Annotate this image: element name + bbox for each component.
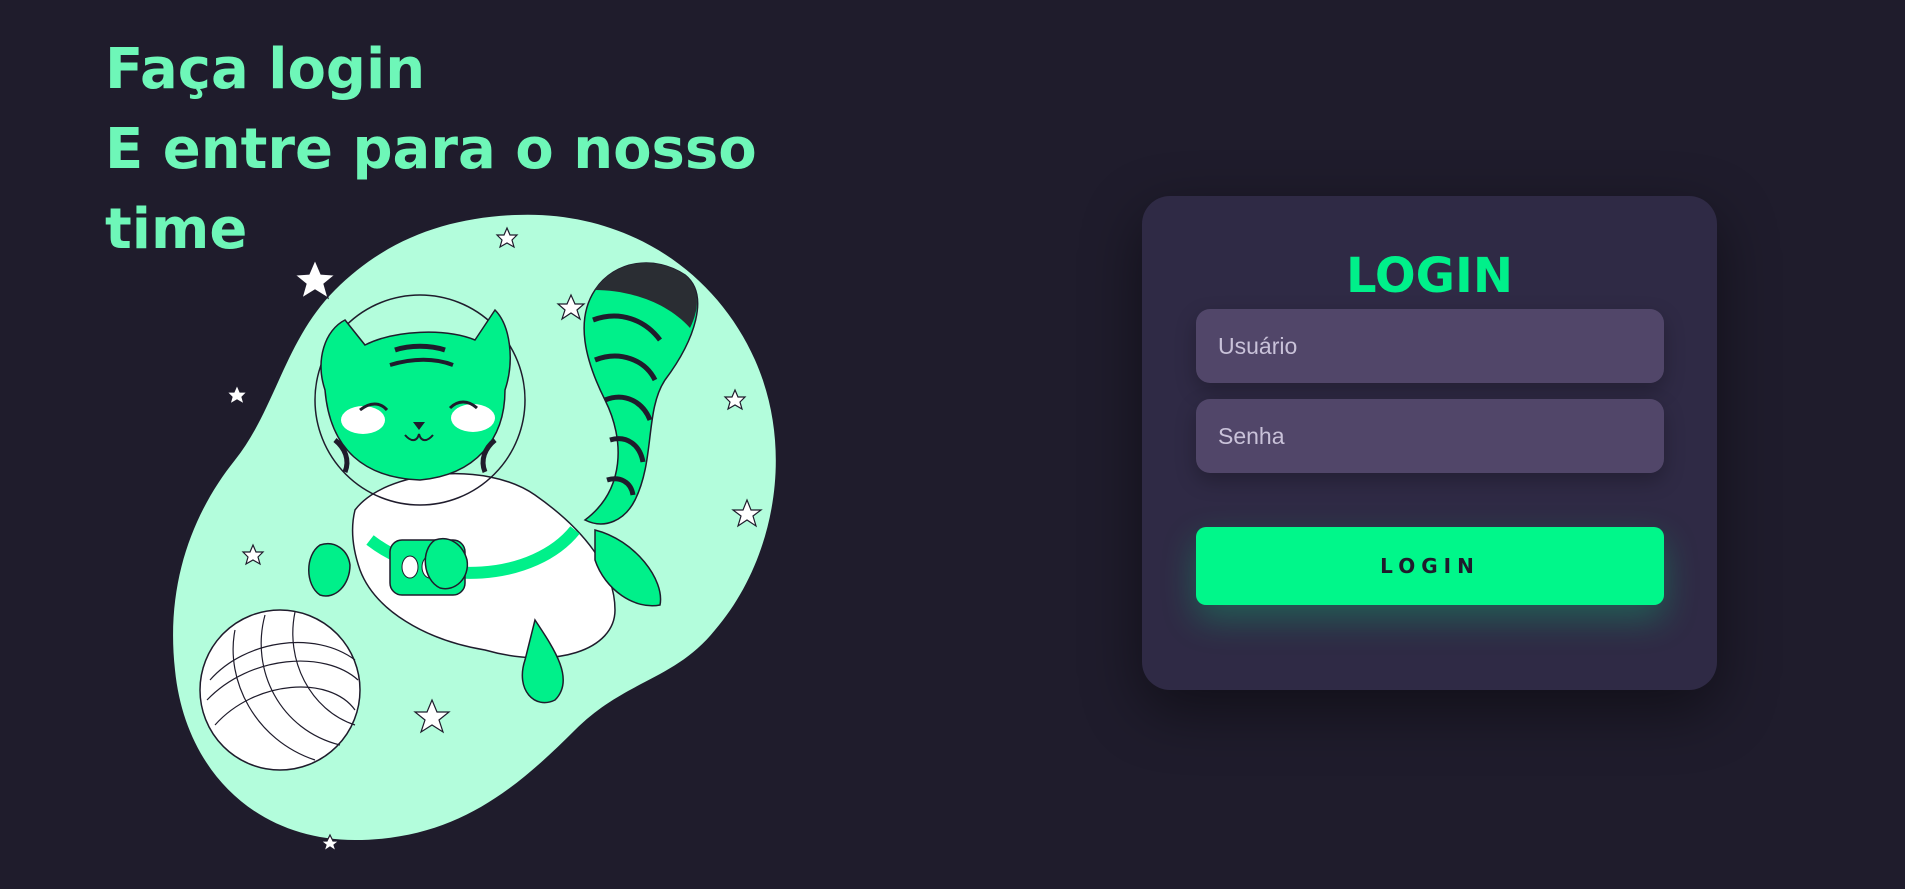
astronaut-cat-illustration bbox=[173, 214, 776, 853]
star-icon bbox=[293, 258, 337, 300]
login-page: Faça login E entre para o nosso time LOG… bbox=[0, 0, 1905, 889]
login-card-title: LOGIN bbox=[1345, 248, 1514, 304]
password-input[interactable] bbox=[1196, 399, 1664, 473]
yarn-ball-icon bbox=[199, 609, 361, 771]
login-button[interactable]: LOGIN bbox=[1196, 527, 1664, 605]
login-card: LOGIN LOGIN bbox=[1142, 196, 1717, 690]
hero-title: Faça login bbox=[105, 37, 426, 102]
star-icon bbox=[225, 383, 249, 406]
hero-section: Faça login E entre para o nosso time bbox=[105, 30, 865, 860]
username-input[interactable] bbox=[1196, 309, 1664, 383]
